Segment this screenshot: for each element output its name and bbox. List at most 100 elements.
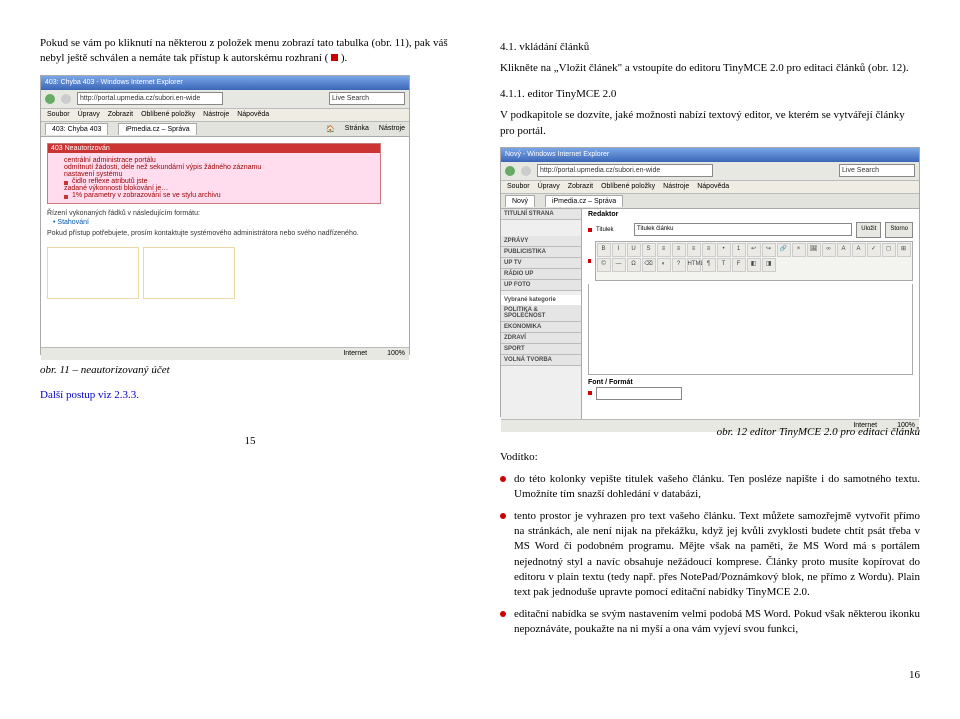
nav-fwd-icon[interactable] bbox=[61, 94, 71, 104]
page-menu[interactable]: Stránka bbox=[345, 125, 369, 132]
sidebar-zpravy[interactable]: ZPRÁVY bbox=[501, 236, 581, 247]
section-4-1-1-heading: 4.1.1. editor TinyMCE 2.0 bbox=[500, 87, 920, 102]
intro-paragraph: Pokud se vám po kliknutí na některou z p… bbox=[40, 36, 460, 67]
search-field[interactable]: Live Search bbox=[329, 92, 405, 105]
menu-edit[interactable]: Úpravy bbox=[78, 111, 100, 118]
figure-12-screenshot: Nový - Windows Internet Explorer http://… bbox=[500, 147, 920, 417]
sidebar-titulni[interactable]: TITULNÍ STRANA bbox=[501, 209, 581, 220]
zoom-label: 100% bbox=[387, 350, 405, 357]
voditko-item: tento prostor je vyhrazen pro text vašeh… bbox=[500, 509, 920, 601]
tinymce-button[interactable]: ∞ bbox=[822, 243, 836, 257]
search-field[interactable]: Live Search bbox=[839, 164, 915, 177]
tinymce-button[interactable]: ≡ bbox=[657, 243, 671, 257]
sidebar-politika[interactable]: POLITIKA & SPOLEČNOST bbox=[501, 305, 581, 322]
tinymce-button[interactable]: — bbox=[612, 258, 626, 272]
error-line: nastavení systému bbox=[64, 171, 374, 178]
tinymce-button[interactable]: ≡ bbox=[672, 243, 686, 257]
sidebar-zdravi[interactable]: ZDRAVÍ bbox=[501, 333, 581, 344]
sidebar-sport[interactable]: SPORT bbox=[501, 344, 581, 355]
nav-back-icon[interactable] bbox=[45, 94, 55, 104]
tinymce-button[interactable]: ≡ bbox=[687, 243, 701, 257]
tinymce-button[interactable]: ≡ bbox=[702, 243, 716, 257]
sidebar-radio[interactable]: RÁDIO UP bbox=[501, 269, 581, 280]
tinymce-button[interactable]: S bbox=[642, 243, 656, 257]
menu-view[interactable]: Zobrazit bbox=[568, 183, 593, 190]
section-4-1-1-text: V podkapitole se dozvíte, jaké možnosti … bbox=[500, 108, 920, 139]
tinymce-button[interactable]: 🔗 bbox=[777, 243, 791, 257]
menu-file[interactable]: Soubor bbox=[47, 111, 70, 118]
menu-help[interactable]: Nápověda bbox=[697, 183, 729, 190]
nav-fwd-icon[interactable] bbox=[521, 166, 531, 176]
section-4-1-heading: 4.1. vkládání článků bbox=[500, 40, 920, 55]
tools-menu[interactable]: Nástroje bbox=[379, 125, 405, 132]
figure-11-screenshot: 403: Chyba 403 - Windows Internet Explor… bbox=[40, 75, 410, 355]
save-button[interactable]: Uložit bbox=[856, 222, 881, 238]
tinymce-editor-body[interactable] bbox=[588, 284, 913, 375]
tinymce-button[interactable]: ◧ bbox=[747, 258, 761, 272]
menu-edit[interactable]: Úpravy bbox=[538, 183, 560, 190]
tinymce-button[interactable]: ? bbox=[672, 258, 686, 272]
tinymce-button[interactable]: HTML bbox=[687, 258, 701, 272]
window-titlebar: Nový - Windows Internet Explorer bbox=[501, 148, 919, 162]
menu-tools[interactable]: Nástroje bbox=[203, 111, 229, 118]
tinymce-button[interactable]: ↩ bbox=[747, 243, 761, 257]
tinymce-button[interactable]: U bbox=[627, 243, 641, 257]
tinymce-button[interactable]: × bbox=[792, 243, 806, 257]
cancel-button[interactable]: Storno bbox=[885, 222, 913, 238]
tinymce-button[interactable]: ⊞ bbox=[897, 243, 911, 257]
tinymce-button[interactable]: Ω bbox=[627, 258, 641, 272]
menu-fav[interactable]: Oblíbené položky bbox=[601, 183, 655, 190]
tab-admin[interactable]: iPmedia.cz – Správa bbox=[118, 123, 196, 135]
placeholder-box bbox=[143, 247, 235, 299]
section-4-1-text: Klikněte na „Vložit článek" a vstoupíte … bbox=[500, 61, 920, 76]
font-select[interactable] bbox=[596, 387, 682, 400]
browser-menubar: Soubor Úpravy Zobrazit Oblíbené položky … bbox=[41, 109, 409, 122]
tinymce-button[interactable]: 1 bbox=[732, 243, 746, 257]
tinymce-button[interactable]: F bbox=[732, 258, 746, 272]
tinymce-button[interactable]: ↪ bbox=[762, 243, 776, 257]
tab-new[interactable]: Nový bbox=[505, 195, 535, 207]
menu-fav[interactable]: Oblíbené položky bbox=[141, 111, 195, 118]
home-icon[interactable]: 🏠 bbox=[326, 125, 335, 133]
menu-view[interactable]: Zobrazit bbox=[108, 111, 133, 118]
tinymce-button[interactable]: 🖼 bbox=[807, 243, 821, 257]
error-line: 1% parametry v zobrazování se ve stylu a… bbox=[64, 192, 374, 199]
window-titlebar: 403: Chyba 403 - Windows Internet Explor… bbox=[41, 76, 409, 90]
tinymce-button[interactable]: B bbox=[597, 243, 611, 257]
tinymce-button[interactable]: A bbox=[837, 243, 851, 257]
cms-main: Redaktor Titulek Titulek článku Uložit S… bbox=[582, 209, 919, 419]
voditko-item: do této kolonky vepište titulek vašeho č… bbox=[500, 472, 920, 503]
sidebar-volna[interactable]: VOLNÁ TVORBA bbox=[501, 355, 581, 366]
tinymce-button[interactable]: ⌫ bbox=[642, 258, 656, 272]
menu-help[interactable]: Nápověda bbox=[237, 111, 269, 118]
sidebar-upfoto[interactable]: UP FOTO bbox=[501, 280, 581, 291]
nav-back-icon[interactable] bbox=[505, 166, 515, 176]
error-panel: 403 Neautorizován centrální administrace… bbox=[47, 143, 381, 204]
sidebar-ekonomika[interactable]: EKONOMIKA bbox=[501, 322, 581, 333]
tinymce-button[interactable]: I bbox=[612, 243, 626, 257]
page-number-left: 15 bbox=[40, 434, 460, 449]
font-format-label: Font / Formát bbox=[588, 379, 913, 386]
tab-error[interactable]: 403: Chyba 403 bbox=[45, 123, 108, 135]
tinymce-button[interactable]: ✓ bbox=[867, 243, 881, 257]
error-title: 403 Neautorizován bbox=[48, 144, 380, 153]
sidebar-publicistika[interactable]: PUBLICISTIKA bbox=[501, 247, 581, 258]
tinymce-button[interactable]: • bbox=[717, 243, 731, 257]
error-note-link[interactable]: • Stahování bbox=[53, 219, 403, 226]
bullet-marker-icon bbox=[331, 54, 338, 61]
tinymce-button[interactable]: A bbox=[852, 243, 866, 257]
tinymce-button[interactable]: ◐ bbox=[657, 258, 671, 272]
menu-file[interactable]: Soubor bbox=[507, 183, 530, 190]
title-input[interactable]: Titulek článku bbox=[634, 223, 852, 236]
address-field[interactable]: http://portal.upmedia.cz/subori.en-wide bbox=[77, 92, 223, 105]
tinymce-button[interactable]: © bbox=[597, 258, 611, 272]
sidebar-uptv[interactable]: UP TV bbox=[501, 258, 581, 269]
address-field[interactable]: http://portal.upmedia.cz/subori.en-wide bbox=[537, 164, 713, 177]
menu-tools[interactable]: Nástroje bbox=[663, 183, 689, 190]
tinymce-button[interactable]: T bbox=[717, 258, 731, 272]
window-title: 403: Chyba 403 - Windows Internet Explor… bbox=[45, 79, 183, 86]
tab-admin[interactable]: iPmedia.cz – Správa bbox=[545, 195, 623, 207]
tinymce-button[interactable]: ¶ bbox=[702, 258, 716, 272]
tinymce-button[interactable]: ◨ bbox=[762, 258, 776, 272]
tinymce-button[interactable]: ◻ bbox=[882, 243, 896, 257]
